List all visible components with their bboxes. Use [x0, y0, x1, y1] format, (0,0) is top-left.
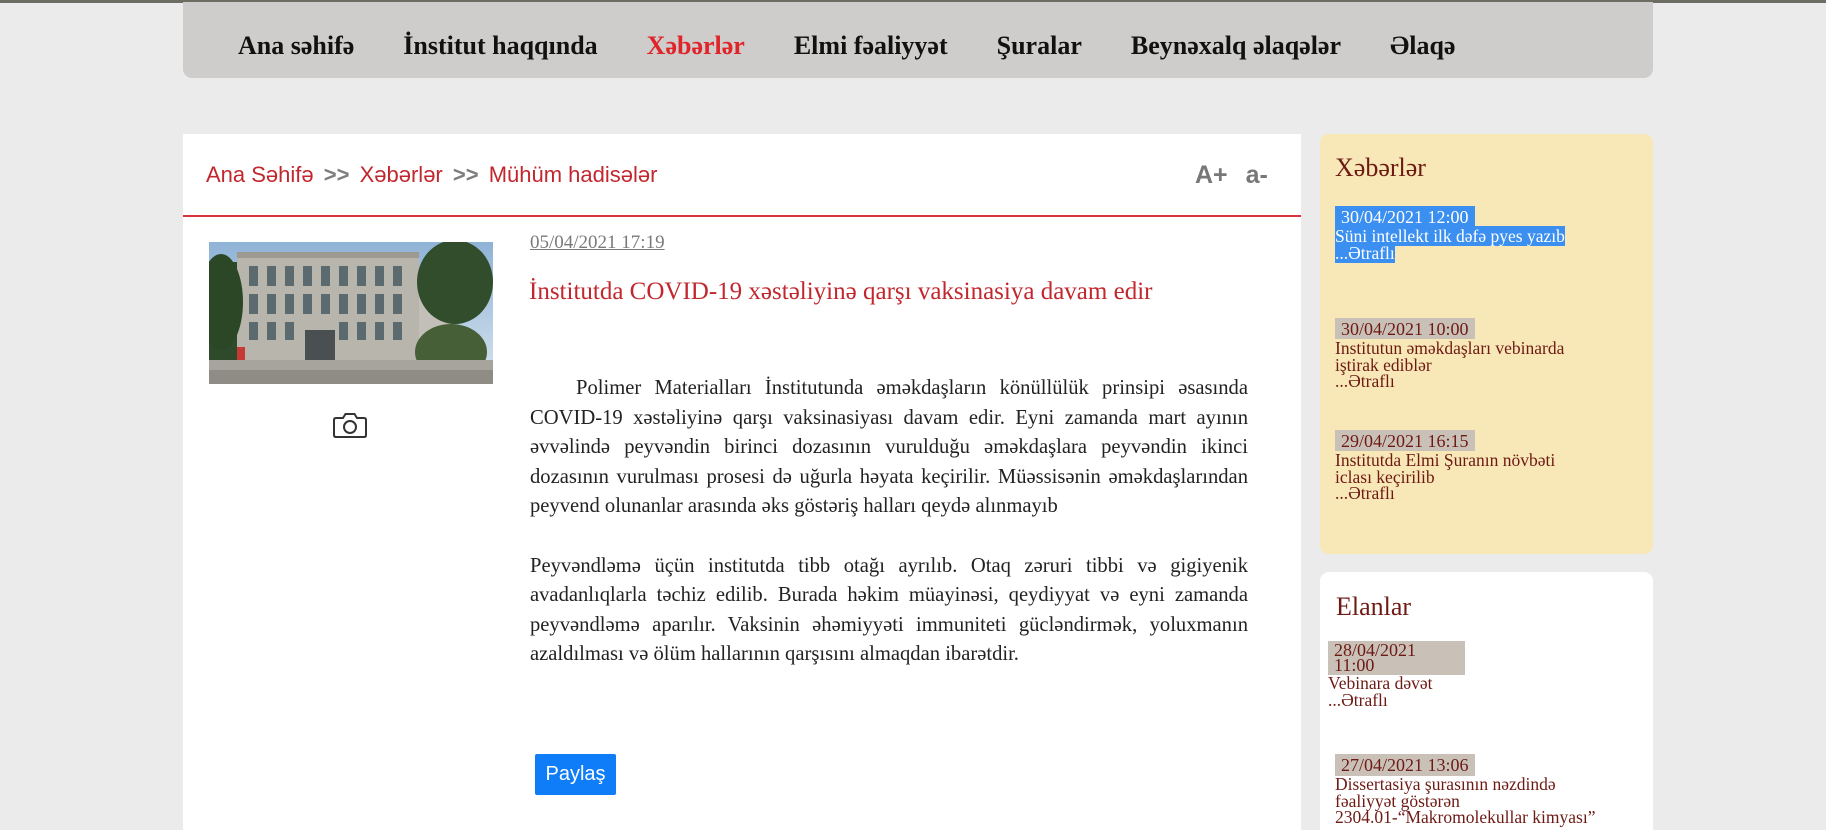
article-paragraph: Peyvəndləmə üçün institutda tibb otağı a…: [530, 554, 1248, 666]
header-divider: [183, 215, 1301, 217]
news-item[interactable]: 30/04/2021 12:00 Süni intellekt ilk dəfə…: [1335, 206, 1565, 263]
article-photo[interactable]: [209, 242, 493, 384]
nav-item-councils[interactable]: Şuralar: [997, 31, 1082, 61]
nav-list: Ana səhifə İnstitut haqqında Xəbərlər El…: [238, 31, 1504, 61]
nav-item-contact[interactable]: Əlaqə: [1390, 31, 1455, 61]
building-image: [209, 242, 493, 384]
font-decrease-button[interactable]: a-: [1246, 161, 1268, 189]
announcements-sidebar: Elanlar 28/04/2021 11:00 Vebinara dəvət …: [1320, 572, 1653, 830]
announcement-date: 28/04/2021 11:00: [1328, 641, 1465, 675]
announcement-date: 27/04/2021 13:06: [1335, 754, 1475, 776]
news-item[interactable]: 29/04/2021 16:15 Institutda Elmi Şuranın…: [1335, 430, 1590, 502]
news-item-title[interactable]: Institutda Elmi Şuranın növbəti iclası k…: [1335, 451, 1590, 485]
announcement-title[interactable]: Dissertasiya şurasının nəzdində fəaliyyə…: [1335, 775, 1605, 825]
article-date: 05/04/2021 17:19: [530, 232, 665, 253]
nav-item-international[interactable]: Beynəxalq əlaqələr: [1131, 31, 1341, 61]
nav-item-science[interactable]: Elmi fəaliyyət: [794, 31, 948, 61]
share-button[interactable]: Paylaş: [535, 754, 616, 795]
news-item-date: 30/04/2021 10:00: [1335, 318, 1475, 339]
news-item-date: 29/04/2021 16:15: [1335, 430, 1475, 451]
breadcrumb-current[interactable]: Mühüm hadisələr: [489, 162, 658, 187]
news-item-more-link[interactable]: ...Ətraflı: [1335, 373, 1590, 390]
news-item[interactable]: 30/04/2021 10:00 Institutun əməkdaşları …: [1335, 318, 1590, 390]
breadcrumb-separator: >>: [323, 162, 350, 187]
nav-item-about[interactable]: İnstitut haqqında: [403, 31, 597, 61]
nav-item-home[interactable]: Ana səhifə: [238, 31, 354, 61]
news-item-more-link[interactable]: ...Ətraflı: [1335, 242, 1395, 263]
font-size-controls: A+ a-: [1195, 161, 1279, 190]
news-sidebar: Xəbərlər 30/04/2021 12:00 Süni intellekt…: [1320, 134, 1653, 554]
main-navbar: Ana səhifə İnstitut haqqında Xəbərlər El…: [183, 2, 1653, 78]
font-increase-button[interactable]: A+: [1195, 161, 1228, 189]
breadcrumb: Ana Səhifə >> Xəbərlər >> Mühüm hadisələ…: [206, 162, 657, 188]
article-title: İnstitutda COVID-19 xəstəliyinə qarşı va…: [529, 278, 1153, 305]
news-heading: Xəbərlər: [1335, 153, 1426, 182]
announcement-item[interactable]: 27/04/2021 13:06 Dissertasiya şurasının …: [1335, 754, 1605, 826]
breadcrumb-news[interactable]: Xəbərlər: [360, 162, 443, 187]
camera-icon[interactable]: [333, 412, 367, 438]
article-body: Polimer Materialları İnstitutunda əməkda…: [530, 374, 1248, 670]
news-item-title[interactable]: Institutun əməkdaşları vebinarda iştirak…: [1335, 339, 1590, 373]
announcement-item[interactable]: 28/04/2021 11:00 Vebinara dəvət ...Ətraf…: [1328, 641, 1465, 708]
breadcrumb-home[interactable]: Ana Səhifə: [206, 162, 314, 187]
announcements-heading: Elanlar: [1336, 592, 1412, 621]
nav-item-news[interactable]: Xəbərlər: [647, 31, 745, 61]
news-item-date: 30/04/2021 12:00: [1335, 206, 1475, 227]
announcement-more-link[interactable]: ...Ətraflı: [1328, 691, 1465, 709]
news-item-more-link[interactable]: ...Ətraflı: [1335, 485, 1590, 502]
article-paragraph: Polimer Materialları İnstitutunda əməkda…: [530, 377, 1248, 517]
breadcrumb-separator: >>: [452, 162, 479, 187]
article-panel: Ana Səhifə >> Xəbərlər >> Mühüm hadisələ…: [183, 134, 1301, 830]
